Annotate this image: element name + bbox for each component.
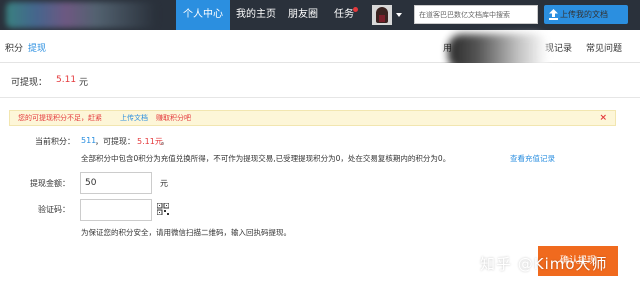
- close-icon[interactable]: ×: [599, 111, 607, 125]
- current-points-value: 511: [81, 136, 97, 145]
- balance-unit: 元: [79, 78, 89, 88]
- zhihu-watermark: 知乎 @Kimo大师: [480, 255, 608, 273]
- nav-label: 个人中心: [183, 9, 223, 20]
- site-logo[interactable]: [6, 2, 156, 28]
- nav-label: 朋友圈: [288, 9, 318, 20]
- tab-faq[interactable]: 常见问题: [586, 41, 622, 54]
- earn-points-link[interactable]: 赚取积分吧: [156, 111, 191, 125]
- nav-my-homepage[interactable]: 我的主页: [232, 0, 280, 30]
- withdrawable-label: ，可提现：: [95, 137, 135, 146]
- nav-label: 我的主页: [236, 9, 276, 20]
- search-icon[interactable]: [523, 7, 536, 20]
- withdraw-amount-input[interactable]: [80, 172, 152, 194]
- withdrawable-suffix: 。: [161, 137, 169, 146]
- withdrawable-value: 5.11元: [137, 137, 163, 146]
- points-note: 全部积分中包含0积分为充值兑换所得，不可作为提现交易,已受理提现积分为0，处在交…: [81, 154, 451, 163]
- balance-label: 可提现：: [11, 78, 48, 88]
- notification-dot: [353, 7, 358, 12]
- nav-personal-center[interactable]: 个人中心: [176, 0, 230, 30]
- chevron-down-icon[interactable]: [396, 13, 402, 17]
- search-input[interactable]: [415, 6, 523, 23]
- amount-unit: 元: [160, 179, 168, 188]
- amount-label: 提现金额：: [30, 179, 70, 188]
- top-navbar: 个人中心 我的主页 朋友圈 任务 上传我的文档: [0, 0, 640, 30]
- current-points-label: 当前积分：: [35, 137, 75, 146]
- upload-document-link[interactable]: 上传文档: [120, 111, 148, 125]
- qr-code-icon[interactable]: [157, 203, 169, 215]
- security-note: 为保证您的积分安全，请用微信扫描二维码，输入回执码提现。: [81, 228, 291, 237]
- upload-document-button[interactable]: 上传我的文档: [544, 5, 628, 24]
- nav-tasks[interactable]: 任务: [326, 0, 362, 30]
- balance-value: 5.11: [56, 75, 77, 85]
- search-box: [414, 5, 538, 24]
- upload-icon: [549, 9, 558, 20]
- nav-friends-circle[interactable]: 朋友圈: [282, 0, 324, 30]
- breadcrumb-points[interactable]: 积分: [5, 41, 23, 54]
- captcha-label: 验证码：: [38, 205, 70, 214]
- recharge-records-link[interactable]: 查看充值记录: [510, 153, 555, 164]
- alert-text: 您的可提现积分不足，赶紧: [18, 114, 102, 122]
- avatar[interactable]: [372, 5, 392, 25]
- upload-label: 上传我的文档: [560, 10, 608, 19]
- balance-summary: 可提现： 5.11 元: [0, 63, 640, 98]
- captcha-input[interactable]: [80, 199, 152, 221]
- nav-label: 任务: [334, 9, 354, 20]
- insufficient-points-alert: 您的可提现积分不足，赶紧 上传文档 赚取积分吧 ×: [9, 110, 616, 126]
- breadcrumb-withdraw[interactable]: 提现: [28, 41, 46, 54]
- tab-withdraw-records[interactable]: 现记录: [545, 41, 572, 54]
